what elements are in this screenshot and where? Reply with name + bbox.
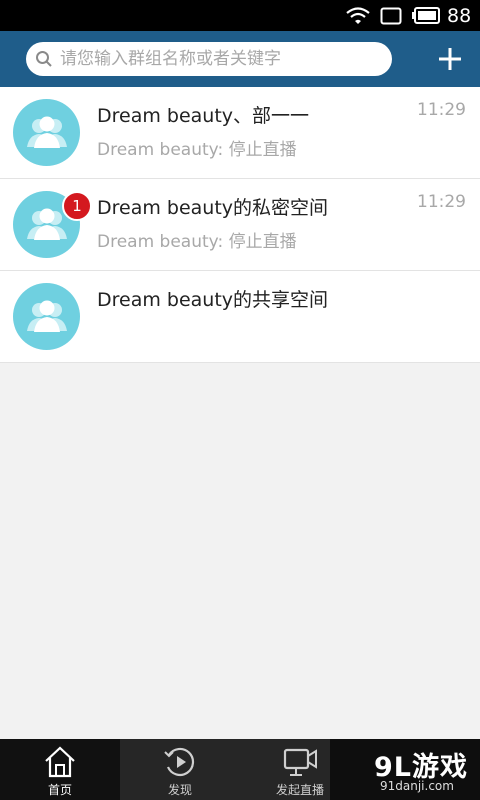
group-time: 11:29 — [417, 100, 466, 120]
status-bar: 88 — [0, 0, 480, 31]
unread-badge: 1 — [62, 191, 92, 221]
search-box[interactable] — [26, 42, 392, 76]
live-video-icon — [283, 748, 317, 776]
group-list-item[interactable]: 1 Dream beauty的私密空间 Dream beauty: 停止直播 1… — [0, 179, 480, 271]
group-time: 11:29 — [417, 192, 466, 212]
wifi-icon — [346, 7, 370, 24]
app-header — [0, 31, 480, 87]
battery-level: 88 — [447, 5, 472, 27]
search-input[interactable] — [60, 42, 380, 76]
group-icon — [27, 300, 67, 332]
group-list-item[interactable]: Dream beauty、部一一 Dream beauty: 停止直播 11:2… — [0, 87, 480, 179]
home-icon — [45, 746, 75, 778]
avatar — [13, 99, 80, 166]
tab-home-label: 首页 — [47, 783, 72, 797]
discover-icon — [164, 747, 195, 777]
group-title: Dream beauty的共享空间 — [97, 289, 329, 311]
tab-home[interactable]: 首页 — [0, 739, 120, 800]
watermark-url: 91danji.com — [380, 779, 454, 793]
group-list: Dream beauty、部一一 Dream beauty: 停止直播 11:2… — [0, 87, 480, 363]
signal-icon — [380, 7, 402, 25]
group-title: Dream beauty、部一一 — [97, 105, 310, 127]
watermark: 9L游戏 91danji.com — [330, 739, 480, 800]
group-list-item[interactable]: Dream beauty的共享空间 — [0, 271, 480, 363]
group-title: Dream beauty的私密空间 — [97, 197, 329, 219]
battery-icon — [412, 7, 440, 24]
avatar — [13, 283, 80, 350]
group-icon — [27, 116, 67, 148]
tab-discover-label: 发现 — [167, 783, 192, 797]
group-last-message: Dream beauty: 停止直播 — [97, 232, 297, 252]
search-icon — [36, 51, 52, 67]
group-last-message: Dream beauty: 停止直播 — [97, 140, 297, 160]
plus-icon[interactable] — [432, 41, 468, 77]
tab-discover[interactable]: 发现 — [120, 739, 240, 800]
group-icon — [27, 208, 67, 240]
